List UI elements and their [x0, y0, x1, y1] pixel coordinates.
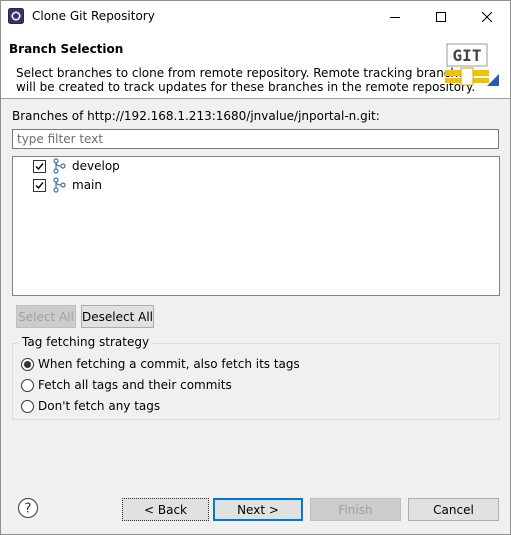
- page-title: Branch Selection: [9, 42, 124, 56]
- list-item[interactable]: develop: [33, 157, 120, 175]
- svg-text:?: ?: [25, 502, 32, 517]
- branch-icon: [51, 158, 67, 174]
- group-title: Tag fetching strategy: [19, 335, 153, 349]
- wizard-header: Branch Selection Select branches to clon…: [1, 32, 510, 98]
- branch-checkbox[interactable]: [33, 159, 46, 173]
- description-line: Select branches to clone from remote rep…: [16, 66, 472, 80]
- radio-button[interactable]: [21, 399, 34, 413]
- cancel-button[interactable]: Cancel: [408, 498, 499, 521]
- branch-label: develop: [72, 159, 120, 173]
- filter-input[interactable]: [12, 129, 499, 149]
- tag-strategy-group: Tag fetching strategy When fetching a co…: [12, 335, 500, 420]
- radio-label: Don't fetch any tags: [38, 399, 161, 413]
- description-line: will be created to track updates for the…: [16, 80, 476, 94]
- wizard-body: Branches of http://192.168.1.213:1680/jn…: [1, 99, 510, 485]
- radio-button[interactable]: [21, 378, 34, 392]
- page-description: Select branches to clone from remote rep…: [16, 66, 476, 94]
- close-button[interactable]: [464, 1, 510, 32]
- branch-list[interactable]: develop main: [12, 156, 500, 296]
- radio-label: When fetching a commit, also fetch its t…: [38, 357, 300, 371]
- close-icon: [482, 11, 492, 22]
- radio-label: Fetch all tags and their commits: [38, 378, 232, 392]
- branches-label: Branches of http://192.168.1.213:1680/jn…: [12, 109, 380, 123]
- radio-dot: [24, 360, 31, 368]
- eclipse-icon: [8, 8, 24, 24]
- minimize-button[interactable]: [372, 1, 418, 32]
- dialog-window: Clone Git Repository Branch Selection Se…: [0, 0, 511, 535]
- maximize-icon: [436, 11, 446, 22]
- maximize-button[interactable]: [418, 1, 464, 32]
- minimize-icon: [390, 12, 400, 22]
- wizard-footer: ? < Back Next > Finish Cancel: [1, 485, 510, 534]
- help-icon[interactable]: ?: [17, 497, 39, 519]
- branch-label: main: [72, 178, 102, 192]
- radio-option[interactable]: Don't fetch any tags: [21, 397, 160, 415]
- finish-button[interactable]: Finish: [310, 498, 401, 521]
- select-all-button[interactable]: Select All: [16, 305, 76, 328]
- git-logo-icon: GIT: [441, 42, 501, 92]
- branch-checkbox[interactable]: [33, 178, 46, 192]
- radio-button[interactable]: [21, 357, 34, 371]
- list-item[interactable]: main: [33, 176, 102, 194]
- radio-option[interactable]: When fetching a commit, also fetch its t…: [21, 355, 300, 373]
- title-bar[interactable]: Clone Git Repository: [1, 1, 510, 32]
- deselect-all-button[interactable]: Deselect All: [81, 305, 154, 328]
- radio-option[interactable]: Fetch all tags and their commits: [21, 376, 232, 394]
- window-title: Clone Git Repository: [32, 9, 155, 23]
- branch-icon: [51, 177, 67, 193]
- next-button[interactable]: Next >: [213, 498, 303, 521]
- back-button[interactable]: < Back: [122, 498, 209, 521]
- git-logo-text: GIT: [453, 46, 482, 65]
